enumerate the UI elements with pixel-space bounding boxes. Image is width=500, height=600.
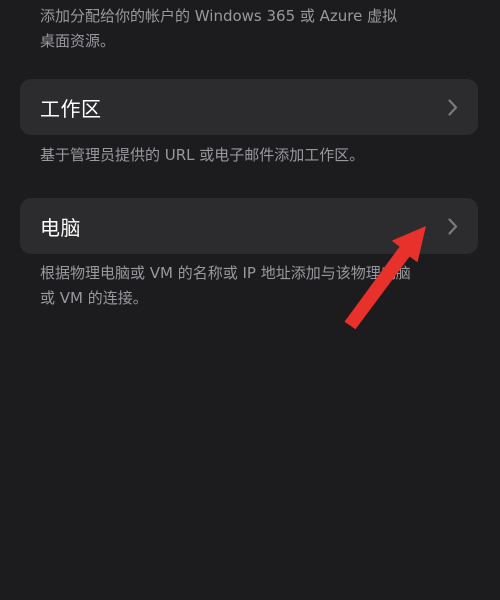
workspace-row-label: 工作区 [40,96,102,121]
chevron-right-icon [446,97,460,117]
pc-row[interactable]: 电脑 [20,198,478,254]
pc-row-label: 电脑 [40,215,81,240]
top-description: 添加分配给你的帐户的 Windows 365 或 Azure 虚拟 桌面资源。 [40,7,398,50]
workspace-row[interactable]: 工作区 [20,79,478,135]
pc-description: 根据物理电脑或 VM 的名称或 IP 地址添加与该物理电脑 或 VM 的连接。 [40,264,411,307]
workspace-description: 基于管理员提供的 URL 或电子邮件添加工作区。 [40,146,365,164]
chevron-right-icon [446,216,460,236]
